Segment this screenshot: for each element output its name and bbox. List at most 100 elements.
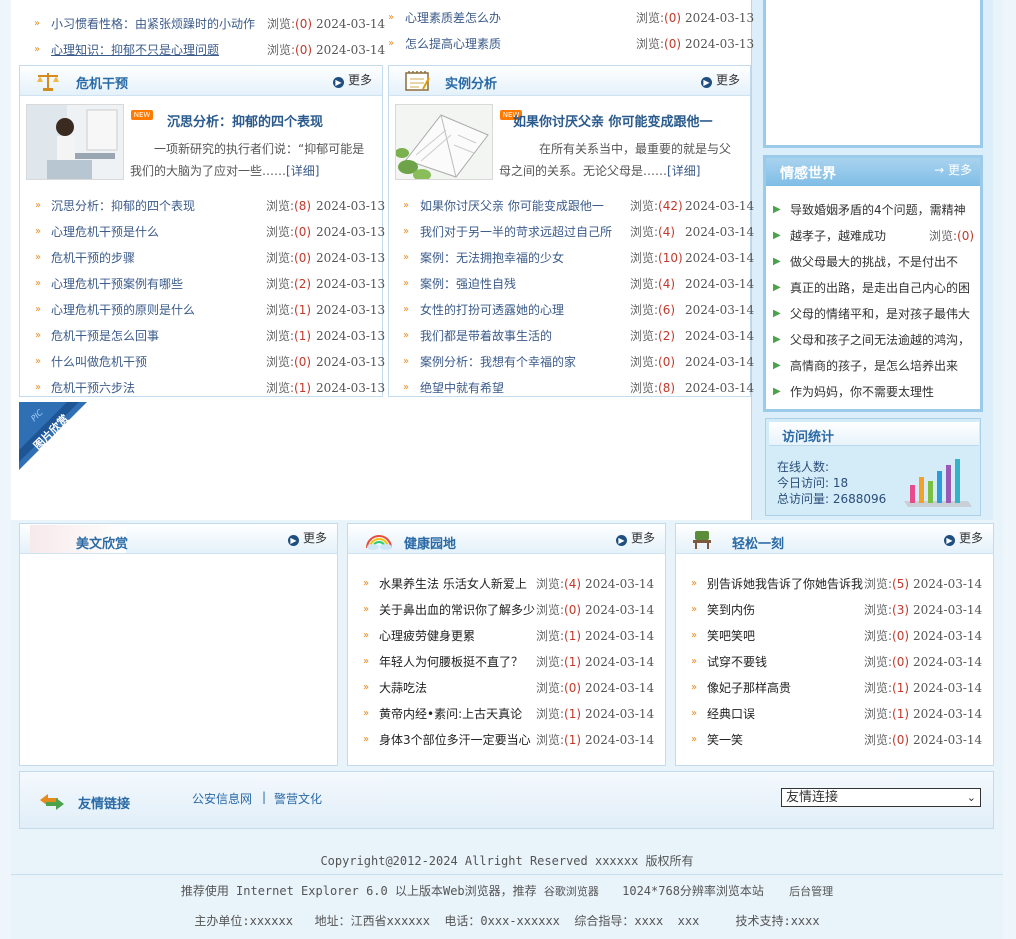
item-title-link[interactable]: 大蒜吃法 [379,675,537,701]
list-item: » 心理危机干预的原则是什么 浏览:(1) 2024-03-13 [20,297,385,323]
item-title-link[interactable]: 真正的出路，是走出自己内心的困 [790,275,980,301]
view-count: 浏览:(6) [630,303,676,317]
item-title-link[interactable]: 父母的情绪平和，是对孩子最伟大 [790,301,980,327]
item-title-link[interactable]: 年轻人为何腰板挺不直了？ [379,649,537,675]
bullet-icon: » [403,304,410,315]
health-more-link[interactable]: ▶ 更多 [615,529,655,546]
crisis-feature-title[interactable]: 沉思分析：抑郁的四个表现 [167,111,323,130]
cases-feature-image[interactable] [395,104,493,180]
item-title-link[interactable]: 水果养生法 乐活女人新爱上 [379,571,537,597]
crisis-feature-image[interactable] [26,104,124,180]
cases-feature-title[interactable]: 如果你讨厌父亲 你可能变成跟他一 [513,111,713,130]
item-title-link[interactable]: 父母和孩子之间无法逾越的鸿沟， [790,327,980,353]
list-item: » 年轻人为何腰板挺不直了？ 浏览:(1) 2024-03-14 [348,649,665,675]
item-title-link[interactable]: 沉思分析：抑郁的四个表现 [51,193,261,219]
item-title-link[interactable]: 案例分析：我想有个幸福的家 [420,349,630,375]
item-title-link[interactable]: 高情商的孩子，是怎么培养出来 [790,353,980,379]
arrow-right-icon: ▶ [700,77,712,88]
item-title-link[interactable]: 身体3个部位多汗一定要当心 [379,727,537,753]
bullet-icon: » [363,578,370,589]
item-date: 2024-03-14 [316,17,386,31]
item-date: 2024-03-14 [685,329,755,343]
list-item: » 心理知识：抑郁不只是心理问题 浏览:(0) 2024-03-14 [20,37,386,63]
view-count: 浏览:(42) [630,199,683,213]
item-title-link[interactable]: 危机干预是怎么回事 [51,323,261,349]
item-title-link[interactable]: 做父母最大的挑战，不是付出不 [790,249,980,275]
item-title-link[interactable]: 小习惯看性格：由紧张烦躁时的小动作 [51,11,261,37]
crisis-detail-link[interactable]: [详细] [286,164,319,178]
chevron-down-icon: ⌄ [966,791,976,804]
relax-more-link[interactable]: ▶ 更多 [943,529,983,546]
view-count: 浏览:(4) [630,277,676,291]
item-title-link[interactable]: 经典口误 [707,701,867,727]
list-item: ▶ 作为妈妈，你不需要太理性 [766,379,980,405]
list-item: » 经典口误 浏览:(1) 2024-03-14 [676,701,993,727]
view-count: 浏览:(0) [636,37,682,51]
friend-links-title: 友情链接 [78,797,131,812]
cases-detail-link[interactable]: [详细] [667,164,700,178]
item-title-link[interactable]: 案例：无法拥抱幸福的少女 [420,245,630,271]
admin-link[interactable]: 后台管理 [789,885,833,898]
list-item: » 像妃子那样高贵 浏览:(1) 2024-03-14 [676,675,993,701]
item-title-link[interactable]: 导致婚姻矛盾的4个问题，需精神 [790,197,980,223]
emotion-more-link[interactable]: → 更多 [934,161,972,178]
view-count: 浏览:(1) [536,629,582,643]
item-date: 2024-03-14 [585,655,655,669]
list-item: ▶ 父母和孩子之间无法逾越的鸿沟， [766,327,980,353]
item-title-link[interactable]: 笑吧笑吧 [707,623,867,649]
item-date: 2024-03-14 [316,43,386,57]
item-title-link[interactable]: 危机干预的步骤 [51,245,261,271]
item-date: 2024-03-14 [913,681,983,695]
item-title-link[interactable]: 我们都是带着故事生活的 [420,323,630,349]
item-title-link[interactable]: 心理疲劳健身更累 [379,623,537,649]
cases-more-link[interactable]: ▶ 更多 [700,71,740,88]
item-title-link[interactable]: 如果你讨厌父亲 你可能变成跟他一 [420,193,630,219]
item-title-link[interactable]: 像妃子那样高贵 [707,675,867,701]
crisis-title: 危机干预 [76,77,129,92]
view-count: 浏览:(0) [630,355,676,369]
item-title-link[interactable]: 别告诉她我告诉了你她告诉我 [707,571,867,597]
item-title-link[interactable]: 心理危机干预的原则是什么 [51,297,261,323]
picture-gallery-ribbon[interactable]: 图片欣赏 PIC [19,402,87,470]
item-title-link[interactable]: 什么叫做危机干预 [51,349,261,375]
list-item: » 黄帝内经•素问:上古天真论 浏览:(1) 2024-03-14 [348,701,665,727]
item-title-link[interactable]: 女性的打扮可透露她的心理 [420,297,630,323]
bullet-icon: » [363,656,370,667]
item-title-link[interactable]: 危机干预六步法 [51,375,261,401]
link-police-culture[interactable]: 警营文化 [274,790,322,807]
link-police-info[interactable]: 公安信息网 [192,790,252,807]
item-title-link[interactable]: 试穿不要钱 [707,649,867,675]
friend-links-select[interactable]: 友情连接 ⌄ [781,788,981,807]
bullet-icon: » [34,18,41,29]
item-title-link[interactable]: 心理危机干预是什么 [51,219,261,245]
item-title-link[interactable]: 作为妈妈，你不需要太理性 [790,379,980,405]
list-item: » 危机干预的步骤 浏览:(0) 2024-03-13 [20,245,385,271]
item-title-link[interactable]: 绝望中就有希望 [420,375,630,401]
item-title-link[interactable]: 关于鼻出血的常识你了解多少 [379,597,537,623]
crisis-more-link[interactable]: ▶ 更多 [332,71,372,88]
item-date: 2024-03-14 [685,251,755,265]
bullet-icon: » [363,708,370,719]
total-count: 2688096 [832,492,887,506]
item-date: 2024-03-13 [316,199,386,213]
list-item: » 我们对于另一半的苛求远超过自己所 浏览:(4) 2024-03-14 [389,219,754,245]
view-count: 浏览:(4) [536,577,582,591]
item-title-link[interactable]: 心理素质差怎么办 [405,5,635,31]
view-count: 浏览:(10) [630,251,683,265]
list-item: » 别告诉她我告诉了你她告诉我 浏览:(5) 2024-03-14 [676,571,993,597]
item-title-link[interactable]: 笑到内伤 [707,597,867,623]
browser-link[interactable]: 谷歌浏览器 [544,885,599,898]
item-title-link[interactable]: 我们对于另一半的苛求远超过自己所 [420,219,630,245]
crisis-header: 危机干预 ▶ 更多 [20,66,382,96]
item-title-link[interactable]: 笑一笑 [707,727,867,753]
item-title-link[interactable]: 心理危机干预案例有哪些 [51,271,261,297]
footer-copyright: Copyright@2012-2024 Allright Reserved xx… [320,854,694,868]
view-count: 浏览:(3) [864,603,910,617]
essay-more-link[interactable]: ▶ 更多 [287,529,327,546]
item-date: 2024-03-14 [685,199,755,213]
item-title-link[interactable]: 心理知识：抑郁不只是心理问题 [51,37,261,63]
item-title-link[interactable]: 案例：强迫性自残 [420,271,630,297]
item-title-link[interactable]: 黄帝内经•素问:上古天真论 [379,701,537,727]
list-item: » 笑到内伤 浏览:(3) 2024-03-14 [676,597,993,623]
item-title-link[interactable]: 怎么提高心理素质 [405,31,635,57]
